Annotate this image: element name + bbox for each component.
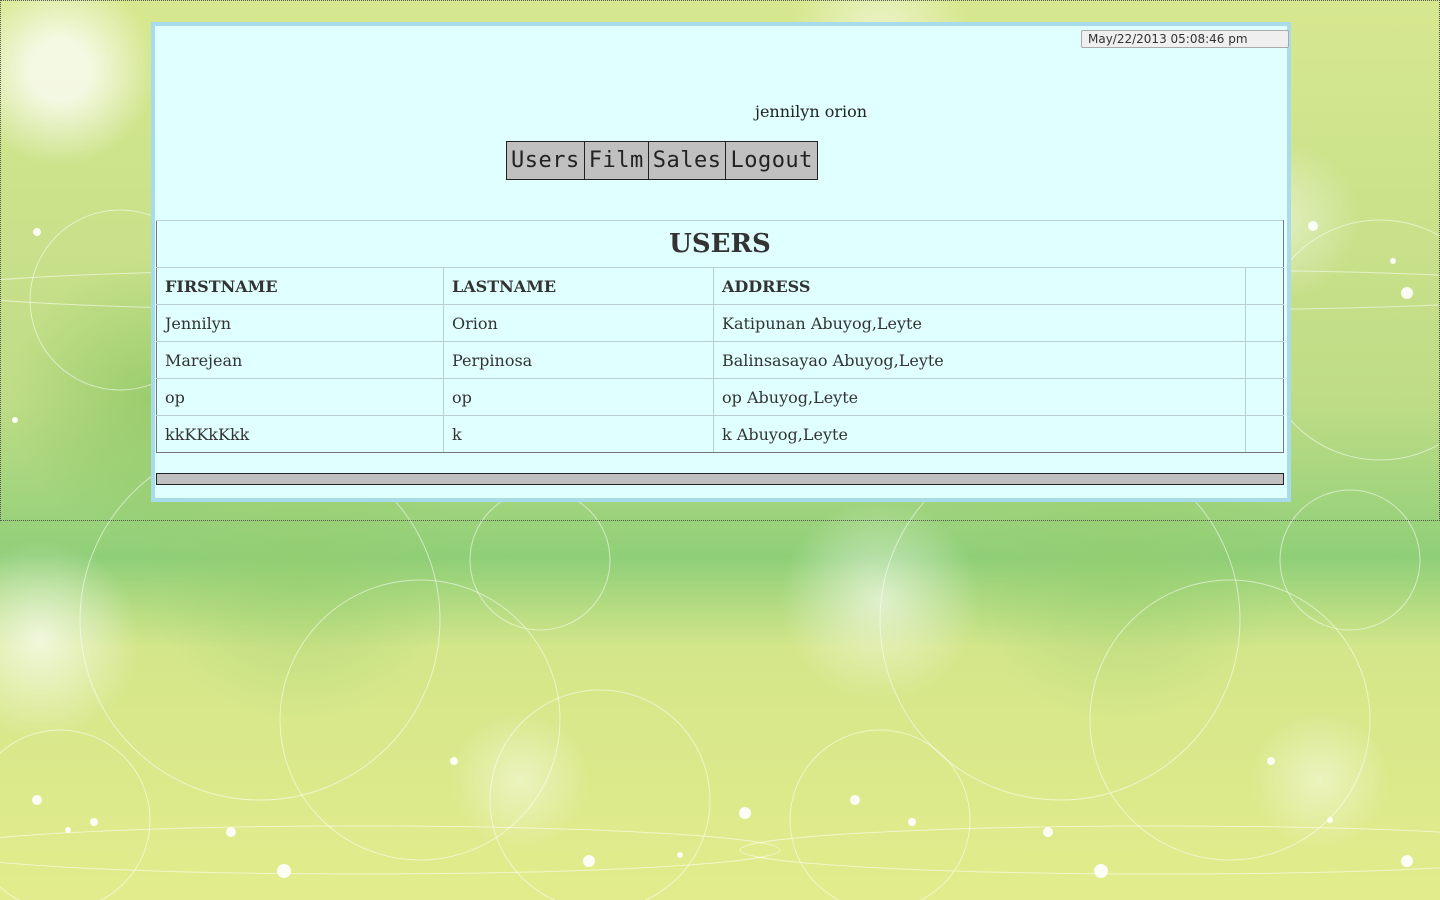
footer-bar xyxy=(156,473,1284,485)
cell-lastname: Perpinosa xyxy=(443,341,714,379)
table-title: USERS xyxy=(156,220,1284,268)
datetime-display: May/22/2013 05:08:46 pm xyxy=(1081,30,1289,48)
cell-firstname: op xyxy=(156,378,444,416)
table-row: Marejean Perpinosa Balinsasayao Abuyog,L… xyxy=(156,341,1284,379)
table-row: op op op Abuyog,Leyte xyxy=(156,378,1284,416)
main-nav: Users Film Sales Logout xyxy=(506,141,818,180)
cell-lastname: Orion xyxy=(443,304,714,342)
cell-address: k Abuyog,Leyte xyxy=(713,415,1246,453)
cell-empty xyxy=(1245,378,1284,416)
cell-firstname: Jennilyn xyxy=(156,304,444,342)
cell-empty xyxy=(1245,415,1284,453)
cell-address: op Abuyog,Leyte xyxy=(713,378,1246,416)
column-header-address: ADDRESS xyxy=(713,267,1246,305)
table-row: Jennilyn Orion Katipunan Abuyog,Leyte xyxy=(156,304,1284,342)
table-row: kkKKkKkk k k Abuyog,Leyte xyxy=(156,415,1284,453)
column-header-empty xyxy=(1245,267,1284,305)
column-header-lastname: LASTNAME xyxy=(443,267,714,305)
column-header-firstname: FIRSTNAME xyxy=(156,267,444,305)
main-panel: May/22/2013 05:08:46 pm jennilyn orion U… xyxy=(151,22,1291,502)
table-header-row: FIRSTNAME LASTNAME ADDRESS xyxy=(156,267,1284,305)
users-table: USERS FIRSTNAME LASTNAME ADDRESS Jennily… xyxy=(156,220,1284,453)
cell-address: Katipunan Abuyog,Leyte xyxy=(713,304,1246,342)
nav-users-button[interactable]: Users xyxy=(506,141,585,180)
cell-empty xyxy=(1245,341,1284,379)
nav-sales-button[interactable]: Sales xyxy=(648,141,727,180)
cell-empty xyxy=(1245,304,1284,342)
cell-lastname: k xyxy=(443,415,714,453)
cell-address: Balinsasayao Abuyog,Leyte xyxy=(713,341,1246,379)
logged-in-username: jennilyn orion xyxy=(755,102,868,121)
cell-firstname: Marejean xyxy=(156,341,444,379)
cell-lastname: op xyxy=(443,378,714,416)
cell-firstname: kkKKkKkk xyxy=(156,415,444,453)
table-title-row: USERS xyxy=(156,220,1284,268)
nav-logout-button[interactable]: Logout xyxy=(726,141,818,180)
nav-film-button[interactable]: Film xyxy=(584,141,649,180)
